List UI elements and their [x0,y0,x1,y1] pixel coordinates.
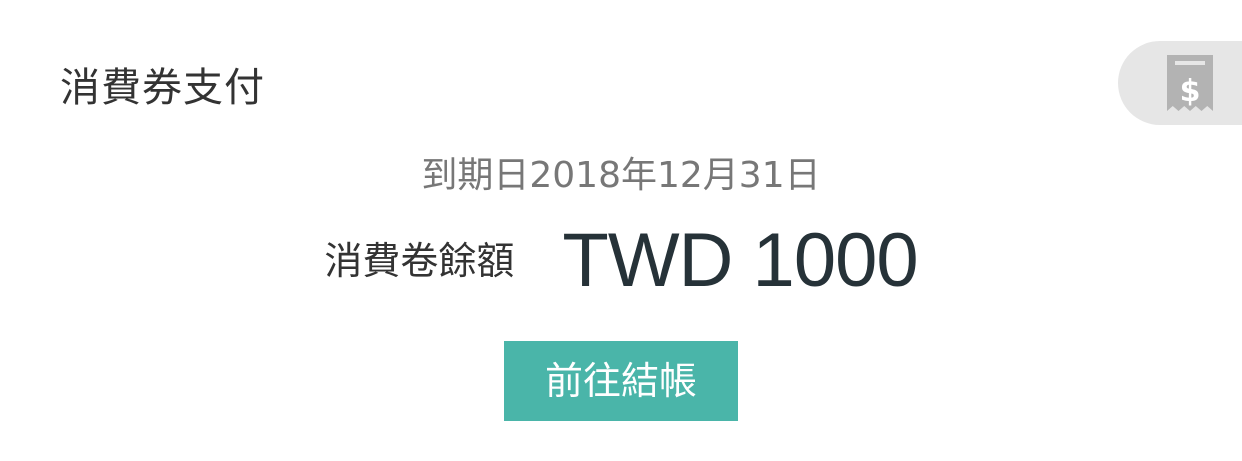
expiry-date: 到期日2018年12月31日 [421,155,821,196]
balance-row: 消費卷餘額 TWD 1000 [0,215,1242,305]
balance-label: 消費卷餘額 [324,238,515,283]
checkout-button[interactable]: 前往結帳 [504,341,738,421]
balance-amount: TWD 1000 [562,217,918,303]
svg-text:$: $ [1180,74,1201,109]
voucher-tab[interactable]: $ [1118,41,1242,125]
receipt-dollar-icon: $ [1167,55,1213,111]
page-title: 消費券支付 [60,65,265,111]
